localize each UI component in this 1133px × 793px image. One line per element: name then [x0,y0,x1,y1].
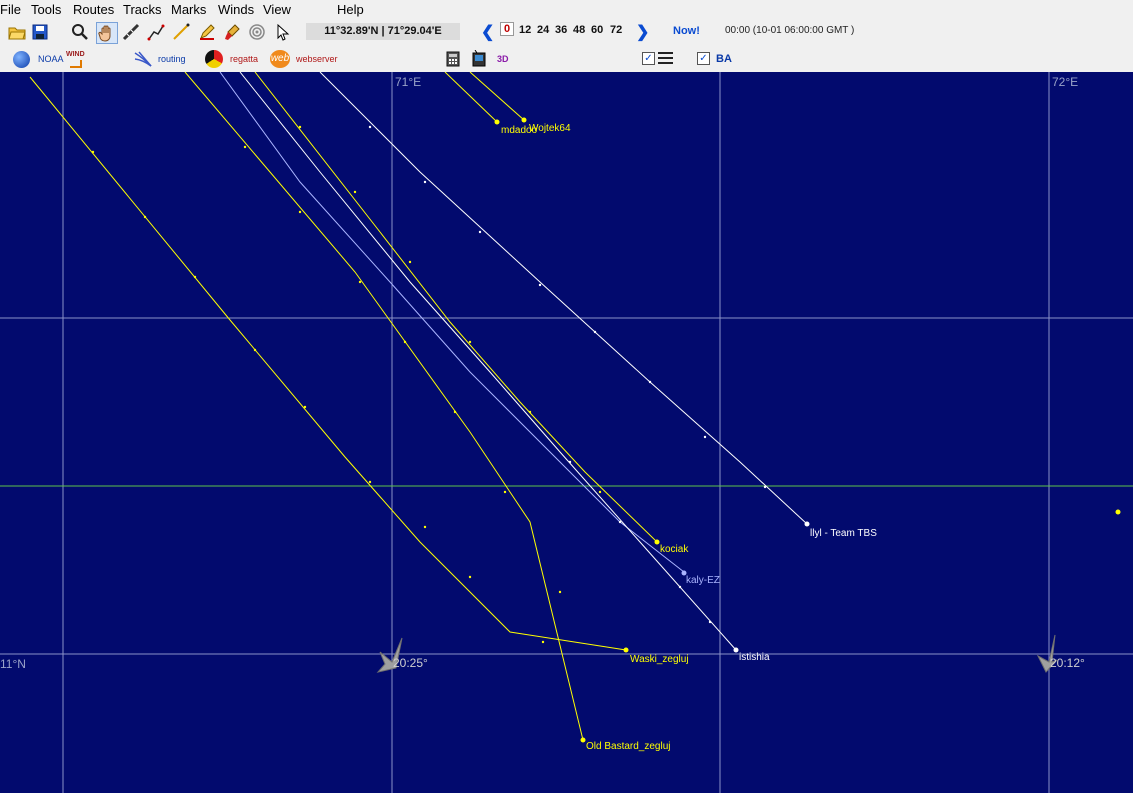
menu-view[interactable]: View [263,2,291,17]
line-tool-icon[interactable] [171,22,191,42]
lat-label-11: 11°N [0,657,26,671]
regatta-icon[interactable] [205,50,223,68]
boat-label[interactable]: kociak [660,544,688,555]
mark-pen-icon[interactable] [197,22,217,42]
time-info: 00:00 (10-01 06:00:00 GMT ) [725,25,855,36]
track-kaly-ez [219,72,685,573]
wind-reading: 20:12° [1050,656,1085,670]
timestep-0[interactable]: 0 [500,22,515,36]
cursor-coordinates: 11°32.89'N | 71°29.04'E [306,23,460,40]
ba-checkbox[interactable]: ✓ [697,52,710,65]
timestep-12[interactable]: 12 [519,24,531,36]
menu-tracks[interactable]: Tracks [123,2,162,17]
track-wojtek64 [469,72,525,121]
noaa-icon[interactable] [13,51,30,68]
web-icon[interactable]: web [270,50,290,68]
menu-tools[interactable]: Tools [31,2,61,17]
lon-label-72: 72°E [1052,75,1079,89]
menu-routes[interactable]: Routes [73,2,114,17]
layers-icon[interactable] [658,52,673,64]
boat-label[interactable]: Old Bastard_zegluj [586,741,671,752]
boat-label[interactable]: llyl - Team TBS [810,528,877,539]
next-step-icon[interactable]: ❯ [636,22,649,42]
boat-label[interactable]: kaly-EZ [686,575,720,586]
boat-label[interactable]: istishia [739,652,770,663]
prev-step-icon[interactable]: ❮ [481,22,494,42]
calculator-icon[interactable] [446,51,460,72]
hand-pan-icon[interactable] [96,22,118,44]
open-folder-icon[interactable] [7,22,27,42]
regatta-label[interactable]: regatta [230,54,258,64]
pointer-icon[interactable] [273,22,293,42]
route-line-icon[interactable] [146,22,166,42]
lon-label-71: 71°E [395,75,422,89]
track-dots-yellow [91,125,602,644]
save-icon[interactable] [30,22,50,42]
timestep-72[interactable]: 72 [610,24,622,36]
track-mdadoo [444,72,498,123]
timestep-36[interactable]: 36 [555,24,567,36]
wind-reading: 20:25° [393,656,428,670]
menu-bar: File Tools Routes Tracks Marks Winds Vie… [0,0,1133,20]
boat-label[interactable]: Wojtek64 [529,123,571,134]
track-istishia [239,72,737,651]
brush-icon[interactable] [222,22,242,42]
timestep-60[interactable]: 60 [591,24,603,36]
routing-label[interactable]: routing [158,54,186,64]
menu-marks[interactable]: Marks [171,2,206,17]
timestep-48[interactable]: 48 [573,24,585,36]
noaa-label[interactable]: NOAA [38,54,64,64]
layer-checkbox[interactable]: ✓ [642,52,655,65]
zoom-icon[interactable] [70,22,90,42]
webserver-label[interactable]: webserver [296,54,338,64]
ruler-icon[interactable] [121,22,141,42]
menu-file[interactable]: File [0,2,21,17]
track-waski-zegluj [29,76,627,651]
timestep-24[interactable]: 24 [537,24,549,36]
ba-label[interactable]: BA [716,53,732,65]
main-toolbar: 11°32.89'N | 71°29.04'E ❮ 0 12 24 36 48 … [0,20,1133,44]
menu-winds[interactable]: Winds [218,2,254,17]
secondary-toolbar: NOAA WIND routing regatta web webserver … [0,46,1133,72]
wind-icon[interactable] [70,60,82,68]
grid-lines [0,72,1133,793]
map-overlay [0,72,1133,793]
track-kociak [254,72,658,543]
yellow-tracks [29,72,658,741]
3d-label[interactable]: 3D [497,54,509,64]
target-icon[interactable] [247,22,267,42]
white-tracks [219,72,808,651]
wind-label[interactable]: WIND [66,51,85,58]
map-canvas[interactable]: 71°E 72°E 11°N 20:25° 20:12° mdadoo Wojt… [0,72,1133,793]
boat-label[interactable]: Waski_zegluj [630,654,689,665]
routing-icon[interactable] [133,50,153,73]
boat-markers [494,117,1121,743]
now-button[interactable]: Now! [673,25,700,37]
gps-device-icon[interactable] [470,49,488,73]
menu-help[interactable]: Help [337,2,364,17]
